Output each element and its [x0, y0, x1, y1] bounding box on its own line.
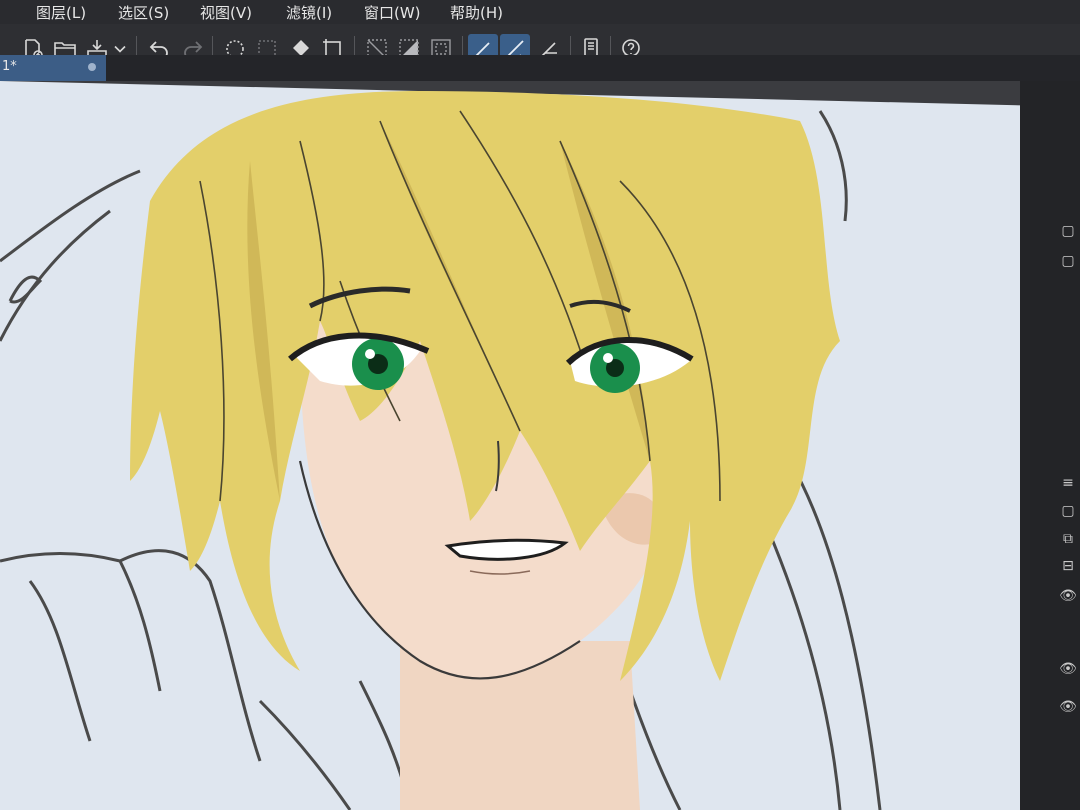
menu-filter[interactable]: 滤镜(I)	[286, 2, 332, 23]
panel-square-icon[interactable]: ▢	[1058, 221, 1078, 241]
menu-help[interactable]: 帮助(H)	[450, 2, 503, 23]
tab-modified-dot-icon[interactable]	[88, 63, 96, 71]
menu-window[interactable]: 窗口(W)	[364, 2, 421, 23]
layer-visibility-eye-icon[interactable]: 👁	[1058, 659, 1078, 679]
panel-grid-icon[interactable]: ⊟	[1058, 556, 1078, 576]
document-tab[interactable]: 1*	[0, 55, 106, 81]
panel-layers-icon[interactable]: ⧉	[1058, 529, 1078, 549]
menu-bar: 图层(L) 选区(S) 视图(V) 滤镜(I) 窗口(W) 帮助(H)	[0, 0, 1080, 24]
document-tab-label: 1*	[2, 59, 17, 74]
menu-selection[interactable]: 选区(S)	[118, 2, 169, 23]
left-eye-highlight	[365, 349, 375, 359]
document-tab-strip: 1*	[0, 55, 1080, 81]
panel-menu-icon[interactable]: ≡	[1058, 473, 1078, 493]
menu-view[interactable]: 视图(V)	[200, 2, 252, 23]
canvas-area[interactable]	[0, 81, 1050, 810]
right-panel-strip: ▢ ▢ ≡ ▢ ⧉ ⊟ 👁 👁 👁	[1020, 81, 1080, 810]
layer-visibility-eye-icon[interactable]: 👁	[1058, 586, 1078, 606]
layer-visibility-eye-icon[interactable]: 👁	[1058, 697, 1078, 717]
panel-square-icon[interactable]: ▢	[1058, 251, 1078, 271]
illustration-canvas[interactable]	[0, 81, 1050, 810]
right-eye-highlight	[603, 353, 613, 363]
panel-square-icon[interactable]: ▢	[1058, 501, 1078, 521]
menu-layer[interactable]: 图层(L)	[36, 2, 86, 23]
